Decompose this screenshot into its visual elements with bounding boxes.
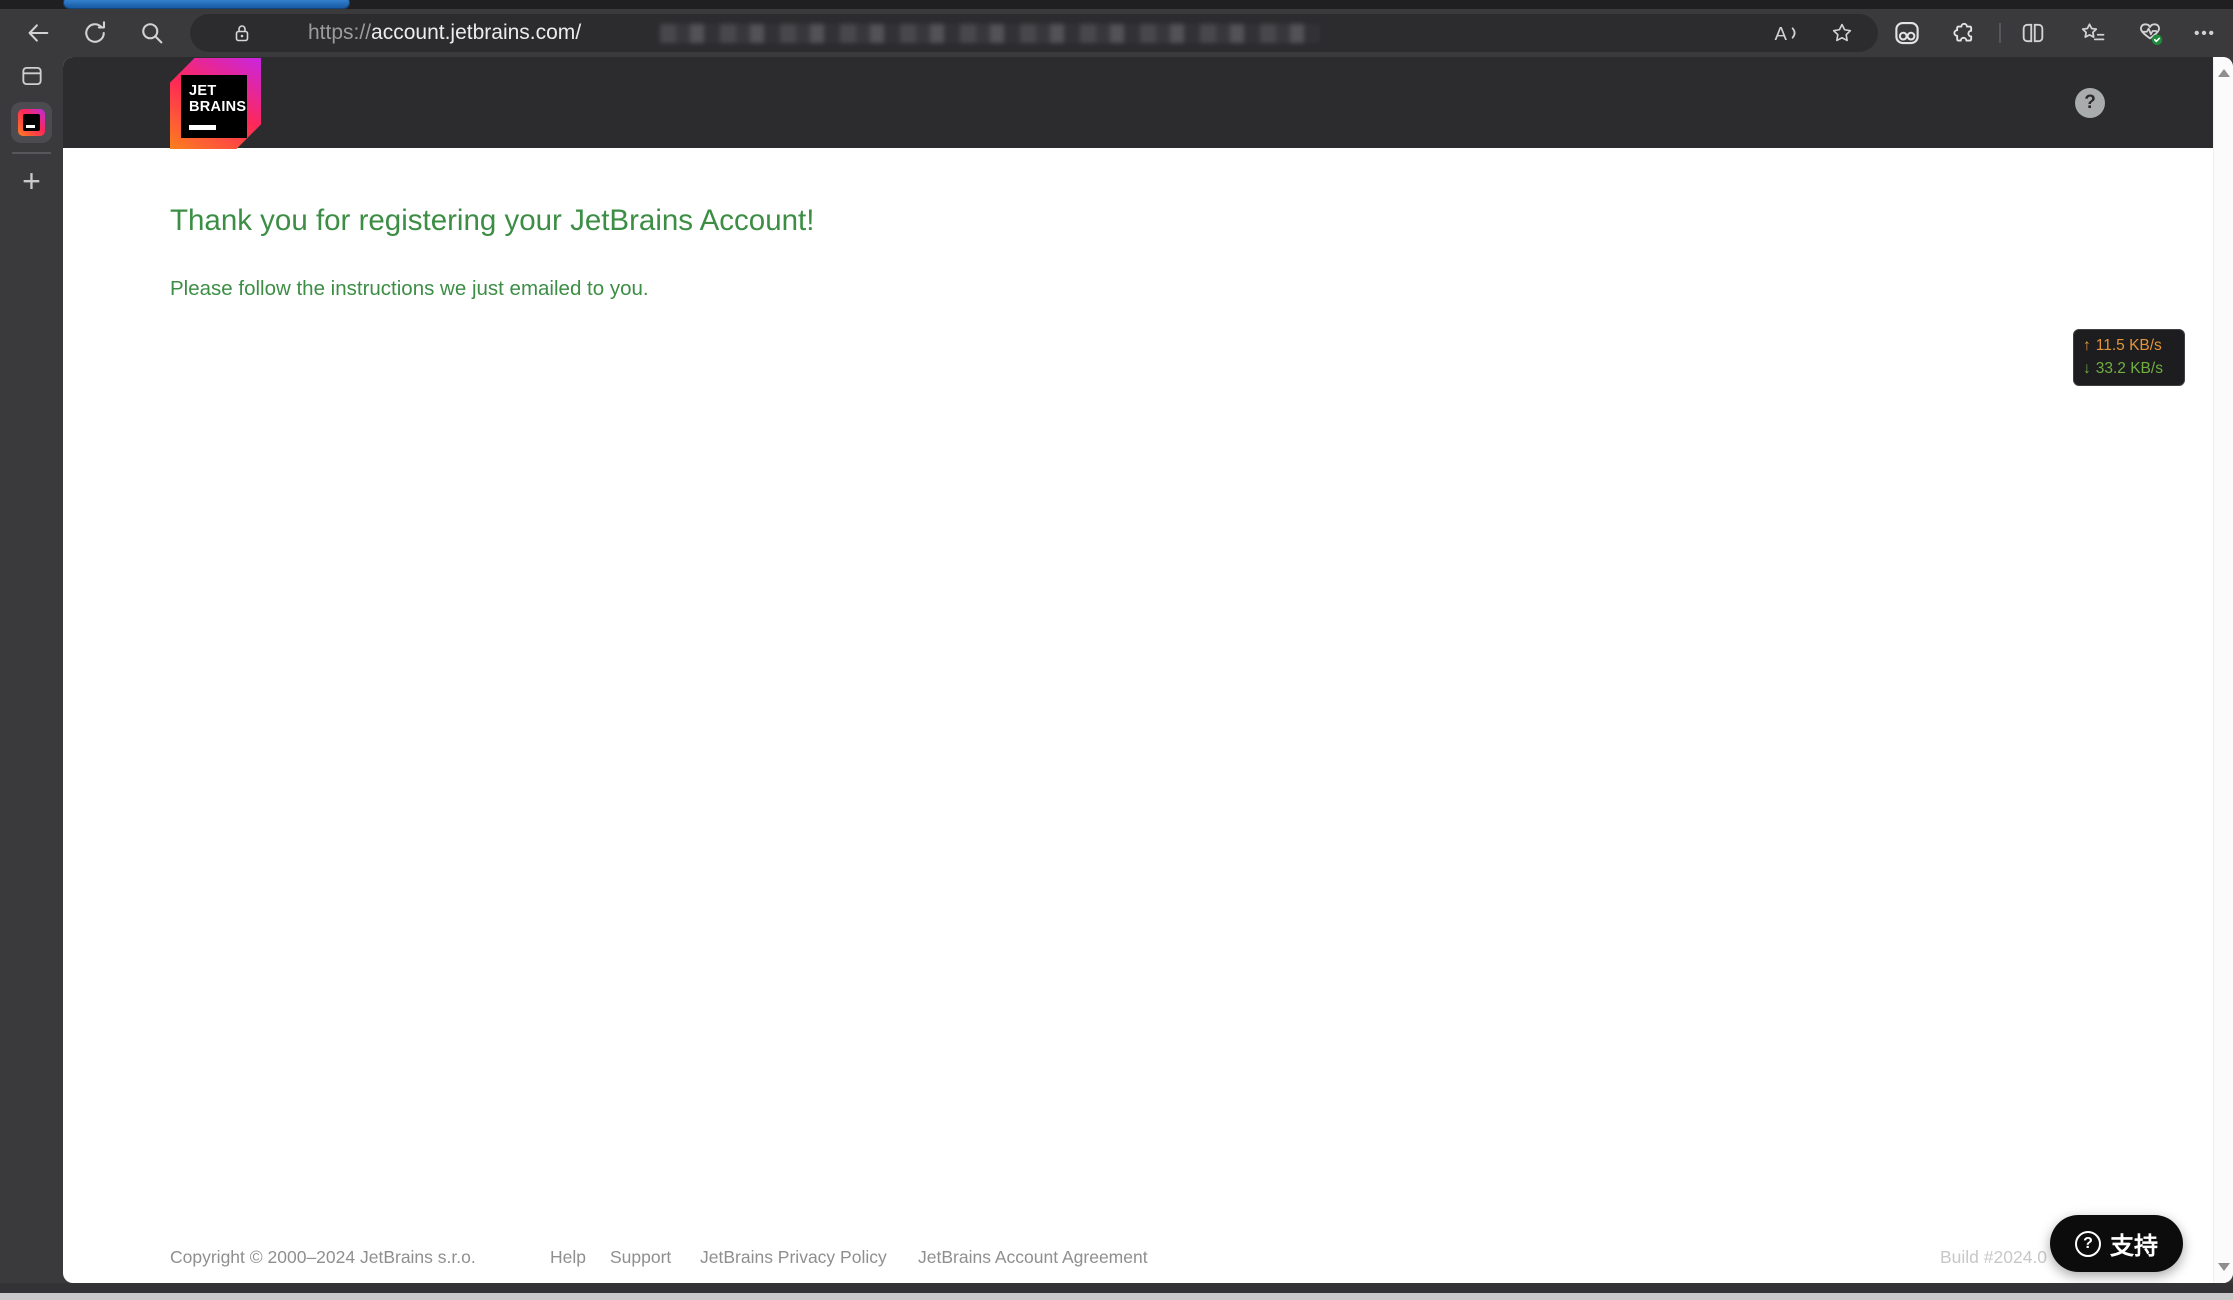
extensions-button[interactable] [1946, 16, 1980, 50]
browser-toolbar: https://account.jetbrains.com/ A ••• [0, 9, 2233, 57]
window-titlebar [0, 0, 2233, 9]
active-tab-jetbrains[interactable] [11, 102, 52, 143]
url-scheme: https:// [308, 21, 372, 44]
extensions-puzzle-icon [1953, 22, 1973, 42]
favorite-star-icon [1832, 23, 1852, 42]
tab-actions-icon [22, 66, 42, 86]
new-tab-button[interactable]: + [0, 159, 63, 203]
more-ellipsis-icon: ••• [2194, 24, 2216, 42]
browser-essentials-button[interactable] [2133, 16, 2167, 50]
pinned-extension-button[interactable] [1890, 16, 1924, 50]
footer-link-help[interactable]: Help [550, 1247, 586, 1268]
download-speed-value: 33.2 KB/s [2095, 360, 2163, 377]
footer-build-number: Build #2024.0 [1940, 1247, 2048, 1267]
jetbrains-favicon-dash [26, 125, 35, 128]
favorites-list-icon [2081, 23, 2105, 41]
url-path: / [575, 21, 582, 44]
background-window-tab [63, 0, 350, 9]
taskbar-edge-strip [0, 1293, 2233, 1300]
upload-arrow-icon: ↑ [2083, 337, 2091, 354]
page-title: Thank you for registering your JetBrains… [170, 204, 815, 237]
svg-text:A: A [1775, 23, 1788, 44]
address-bar[interactable]: https://account.jetbrains.com/ A [190, 14, 1878, 52]
split-screen-button[interactable] [2016, 16, 2050, 50]
pinned-extension-icon [1895, 21, 1919, 45]
logo-line-2: BRAINS [189, 99, 247, 116]
download-speed-row: ↓ 33.2 KB/s [2083, 360, 2175, 378]
back-icon [28, 24, 49, 42]
browser-essentials-icon [2140, 23, 2163, 45]
lock-icon [235, 25, 249, 42]
upload-speed-value: 11.5 KB/s [2095, 337, 2162, 354]
support-button-label: 支持 [2110, 1233, 2158, 1260]
sidebar-divider [12, 152, 51, 154]
tab-actions-button[interactable] [15, 59, 49, 93]
support-question-icon: ? [2075, 1230, 2101, 1257]
search-icon [142, 23, 163, 44]
plus-icon: + [22, 162, 41, 199]
web-content-area: JET BRAINS ? Thank you for registering y… [63, 57, 2233, 1283]
settings-more-button[interactable]: ••• [2188, 16, 2222, 50]
upload-speed-row: ↑ 11.5 KB/s [2083, 337, 2175, 355]
support-chat-button[interactable]: ? 支持 [2050, 1215, 2183, 1272]
scrollbar-up-arrow-icon[interactable] [2218, 69, 2230, 77]
read-aloud-button[interactable]: A [1768, 16, 1802, 50]
split-screen-icon [2022, 23, 2044, 43]
page-header-bar: JET BRAINS ? [63, 57, 2213, 149]
vertical-tabs-sidebar: + [0, 57, 63, 1293]
url-text[interactable]: https://account.jetbrains.com/ [308, 21, 581, 45]
footer-link-support[interactable]: Support [610, 1247, 671, 1268]
toolbar-divider [1999, 23, 2001, 43]
url-domain: account.jetbrains.com [371, 21, 576, 44]
network-speed-overlay: ↑ 11.5 KB/s ↓ 33.2 KB/s [2073, 329, 2185, 386]
page-scrollbar[interactable] [2213, 57, 2233, 1283]
page-subtitle: Please follow the instructions we just e… [170, 277, 649, 300]
jetbrains-favicon-inner [23, 114, 40, 131]
back-button[interactable] [21, 16, 55, 50]
jetbrains-logo-text: JET BRAINS [181, 75, 247, 138]
footer-link-account-agreement[interactable]: JetBrains Account Agreement [918, 1247, 1148, 1268]
url-blurred-path [660, 24, 1320, 43]
help-icon: ? [2084, 92, 2096, 113]
header-help-button[interactable]: ? [2075, 88, 2105, 118]
logo-dash [189, 125, 216, 130]
jetbrains-logo[interactable]: JET BRAINS [170, 58, 261, 149]
download-arrow-icon: ↓ [2083, 360, 2091, 377]
add-favorite-button[interactable] [1825, 16, 1859, 50]
footer-copyright: Copyright © 2000–2024 JetBrains s.r.o. [170, 1247, 476, 1267]
jetbrains-favicon [18, 109, 45, 136]
logo-line-1: JET [189, 83, 217, 99]
scrollbar-down-arrow-icon[interactable] [2218, 1263, 2230, 1271]
window-bottom-frame [0, 1283, 2233, 1293]
site-lock-icon[interactable] [230, 21, 254, 45]
read-aloud-icon: A [1775, 23, 1796, 44]
search-button[interactable] [135, 16, 169, 50]
favorites-button[interactable] [2076, 16, 2110, 50]
refresh-icon [85, 21, 106, 43]
footer-link-privacy-policy[interactable]: JetBrains Privacy Policy [700, 1247, 887, 1268]
refresh-button[interactable] [78, 16, 112, 50]
